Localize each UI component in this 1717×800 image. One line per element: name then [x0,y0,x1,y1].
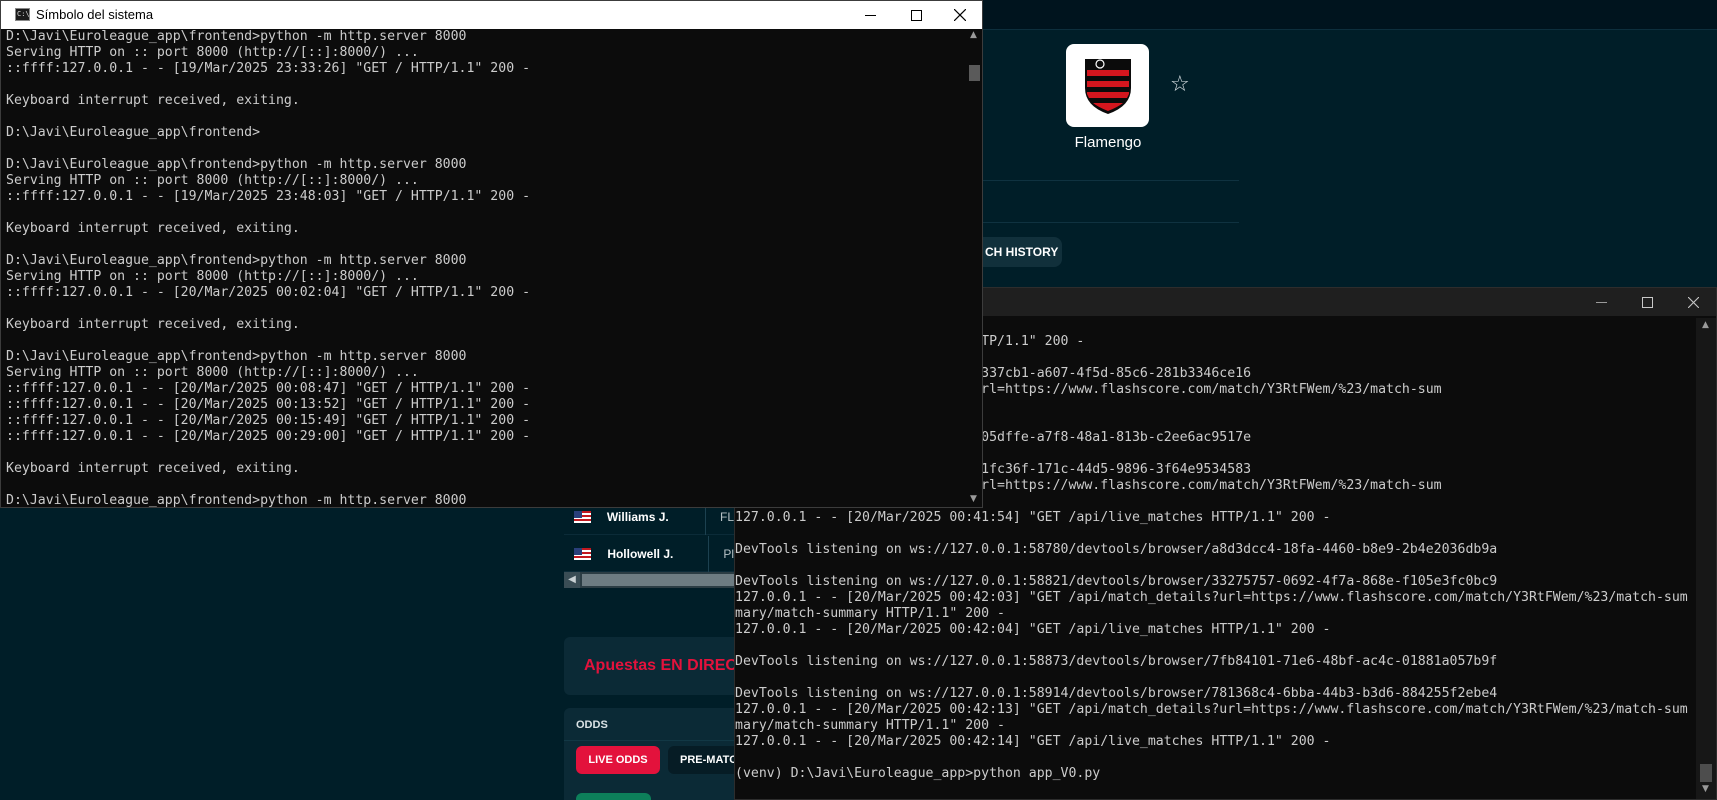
vertical-scrollbar[interactable]: ▲ ▼ [966,29,982,507]
console-line: D:\Javi\Euroleague_app\frontend>python -… [6,253,467,268]
console-line: DevTools listening on ws://127.0.0.1:588… [735,654,1498,669]
favorite-star-icon[interactable]: ☆ [1170,72,1190,97]
minimize-icon[interactable] [1578,288,1624,316]
window-title: Símbolo del sistema [36,7,154,22]
odds-heading: ODDS [576,719,608,731]
maximize-icon[interactable] [1624,288,1670,316]
vertical-scrollbar[interactable]: ▲ ▼ [1696,318,1716,799]
team-name: Flamengo [1074,134,1142,151]
us-flag-icon [574,510,591,523]
console-line: D:\Javi\Euroleague_app\frontend>python -… [6,493,467,507]
odds-panel: ODDS LIVE ODDS PRE-MATC [564,708,738,800]
console-line: Keyboard interrupt received, exiting. [6,317,300,332]
console-line: 127.0.0.1 - - [20/Mar/2025 00:42:03] "GE… [735,590,1688,605]
console-line: ::ffff:127.0.0.1 - - [19/Mar/2025 23:33:… [6,61,531,76]
console-line: 127.0.0.1 - - [20/Mar/2025 00:42:13] "GE… [735,702,1688,717]
console-line: 127.0.0.1 - - [20/Mar/2025 00:41:54] "GE… [735,510,1331,525]
console-line: D:\Javi\Euroleague_app\frontend>python -… [6,29,467,44]
console-line: (venv) D:\Javi\Euroleague_app>python app… [735,766,1101,781]
close-icon[interactable] [1670,288,1716,316]
console-line: mary/match-summary HTTP/1.1" 200 - [735,606,1005,621]
player-name[interactable]: Hollowell J. [607,547,708,561]
us-flag-icon [574,547,592,560]
scroll-left-icon[interactable]: ◀ [564,572,580,588]
console-line: Serving HTTP on :: port 8000 (http://[::… [6,173,419,188]
scroll-up-icon[interactable]: ▲ [970,30,977,40]
team-logo[interactable] [1066,44,1149,127]
player-name[interactable]: Williams J. [607,510,705,524]
divider [983,222,1239,223]
scroll-up-icon[interactable]: ▲ [1702,320,1709,330]
console-line: D:\Javi\Euroleague_app\frontend> [6,125,261,140]
console-line: ::ffff:127.0.0.1 - - [20/Mar/2025 00:02:… [6,285,531,300]
console-line: D:\Javi\Euroleague_app\frontend>python -… [6,157,467,172]
console-line: DevTools listening on ws://127.0.0.1:587… [735,542,1498,557]
console-line: Keyboard interrupt received, exiting. [6,221,300,236]
scroll-down-icon[interactable]: ▼ [1702,784,1709,794]
console-line: ::ffff:127.0.0.1 - - [20/Mar/2025 00:15:… [6,413,531,428]
minimize-icon[interactable] [847,1,893,29]
console-line: Keyboard interrupt received, exiting. [6,93,300,108]
console-line: ::ffff:127.0.0.1 - - [20/Mar/2025 00:13:… [6,397,531,412]
console-line: ::ffff:127.0.0.1 - - [19/Mar/2025 23:48:… [6,189,531,204]
console-line: D:\Javi\Euroleague_app\frontend>python -… [6,349,467,364]
scrollbar-thumb[interactable] [969,65,980,81]
green-button[interactable] [576,793,651,800]
console-line: 127.0.0.1 - - [20/Mar/2025 00:42:04] "GE… [735,622,1331,637]
scroll-down-icon[interactable]: ▼ [970,494,977,504]
console-line: Serving HTTP on :: port 8000 (http://[::… [6,45,419,60]
divider [564,740,734,741]
divider [983,180,1239,181]
console-line: ::ffff:127.0.0.1 - - [20/Mar/2025 00:29:… [6,429,531,444]
live-betting-banner[interactable]: Apuestas EN DIREC [564,637,734,695]
console-line: Serving HTTP on :: port 8000 (http://[::… [6,269,419,284]
console-line: ::ffff:127.0.0.1 - - [20/Mar/2025 00:08:… [6,381,531,396]
table-row[interactable]: Hollowell J. Pl [564,535,734,572]
scrollbar-thumb[interactable] [1700,764,1712,782]
console-output[interactable]: D:\Javi\Euroleague_app\frontend>python -… [6,29,966,507]
console-line: Keyboard interrupt received, exiting. [6,461,300,476]
console-line: 127.0.0.1 - - [20/Mar/2025 00:42:14] "GE… [735,734,1331,749]
console-line: Serving HTTP on :: port 8000 (http://[::… [6,365,419,380]
close-icon[interactable] [937,1,983,29]
flamengo-crest-icon [1084,58,1131,114]
player-position: Pl [708,535,734,572]
command-prompt-icon: C:\ [15,8,30,21]
pre-match-odds-button[interactable]: PRE-MATC [668,746,738,774]
maximize-icon[interactable] [893,1,939,29]
scrollbar-thumb[interactable] [582,574,734,586]
console-line: DevTools listening on ws://127.0.0.1:589… [735,686,1498,701]
console-line: DevTools listening on ws://127.0.0.1:588… [735,574,1498,589]
console-window-frontend[interactable]: C:\ Símbolo del sistema D:\Javi\Euroleag… [0,0,983,508]
live-odds-button[interactable]: LIVE ODDS [576,746,660,774]
window-title-bar[interactable]: C:\ Símbolo del sistema [1,1,982,29]
tab-match-history[interactable]: CH HISTORY [970,237,1062,267]
console-line: mary/match-summary HTTP/1.1" 200 - [735,718,1005,733]
